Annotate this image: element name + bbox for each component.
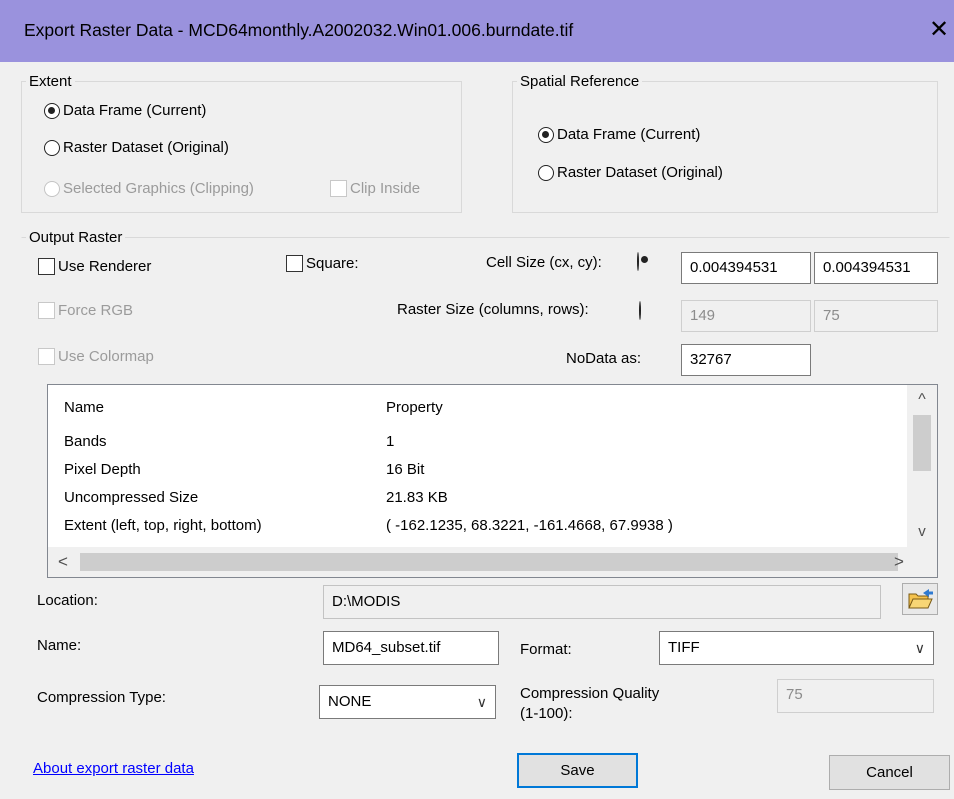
- nodata-field[interactable]: 32767: [681, 344, 811, 376]
- cell-size-label: Cell Size (cx, cy):: [486, 254, 602, 271]
- name-label: Name:: [37, 637, 82, 654]
- cell-size-radio[interactable]: [637, 252, 639, 271]
- cancel-button[interactable]: Cancel: [829, 755, 950, 790]
- sr-raster-dataset-option[interactable]: Raster Dataset (Original): [538, 164, 723, 181]
- square-option[interactable]: Square:: [286, 255, 359, 272]
- compression-type-select[interactable]: NONE ∨: [319, 685, 496, 719]
- force-rgb-checkbox: [38, 302, 55, 319]
- spatial-reference-legend: Spatial Reference: [520, 73, 640, 90]
- property-value: 21.83 KB: [386, 489, 448, 506]
- browse-folder-button[interactable]: [902, 583, 938, 615]
- use-colormap-option: Use Colormap: [38, 348, 154, 365]
- extent-selected-graphics-radio: [44, 180, 60, 197]
- extent-legend: Extent: [29, 73, 72, 90]
- header-property: Property: [386, 399, 443, 416]
- open-folder-icon: [907, 588, 934, 615]
- chevron-down-icon: ∨: [914, 640, 925, 656]
- extent-data-frame-option[interactable]: Data Frame (Current): [44, 102, 206, 119]
- scroll-up-arrow[interactable]: ^: [907, 385, 937, 413]
- format-select[interactable]: TIFF ∨: [659, 631, 934, 665]
- property-name: Uncompressed Size: [64, 489, 199, 506]
- extent-selected-graphics-option: Selected Graphics (Clipping): [44, 180, 254, 197]
- rows-field: 75: [814, 300, 938, 332]
- property-name: Pixel Depth: [64, 461, 141, 478]
- use-colormap-label: Use Colormap: [58, 348, 154, 365]
- format-label: Format:: [520, 641, 572, 658]
- sr-data-frame-option[interactable]: Data Frame (Current): [538, 126, 700, 143]
- properties-header: Name Property: [64, 399, 443, 416]
- use-colormap-checkbox: [38, 348, 55, 365]
- scroll-right-arrow[interactable]: >: [884, 547, 914, 577]
- compression-quality-field: 75: [777, 679, 934, 713]
- header-name: Name: [64, 399, 105, 416]
- chevron-down-icon: ∨: [476, 694, 487, 710]
- property-value: ( -162.1235, 68.3221, -161.4668, 67.9938…: [386, 517, 673, 534]
- vertical-scroll-thumb[interactable]: [913, 415, 931, 471]
- use-renderer-option[interactable]: Use Renderer: [38, 258, 151, 275]
- name-field[interactable]: MD64_subset.tif: [323, 631, 499, 665]
- force-rgb-label: Force RGB: [58, 302, 134, 319]
- properties-list[interactable]: Name Property Bands 1 Pixel Depth 16 Bit…: [47, 384, 938, 578]
- compression-type-value: NONE: [328, 693, 372, 710]
- force-rgb-option: Force RGB: [38, 302, 133, 319]
- property-name: Extent (left, top, right, bottom): [64, 517, 262, 534]
- horizontal-scroll-thumb[interactable]: [80, 553, 898, 571]
- extent-raster-dataset-option[interactable]: Raster Dataset (Original): [44, 139, 229, 156]
- sr-raster-dataset-label: Raster Dataset (Original): [557, 164, 723, 181]
- spatial-reference-group: Spatial Reference: [512, 73, 938, 213]
- square-checkbox[interactable]: [286, 255, 303, 272]
- property-name: Bands: [64, 433, 107, 450]
- list-item: Uncompressed Size 21.83 KB: [64, 489, 448, 506]
- columns-field: 149: [681, 300, 811, 332]
- list-item: Pixel Depth 16 Bit: [64, 461, 424, 478]
- close-button[interactable]: ✕: [924, 12, 954, 48]
- square-label: Square:: [306, 255, 359, 272]
- location-label: Location:: [37, 592, 98, 609]
- extent-raster-dataset-radio[interactable]: [44, 139, 60, 156]
- use-renderer-label: Use Renderer: [58, 258, 152, 275]
- cell-size-x-field[interactable]: 0.004394531: [681, 252, 811, 284]
- property-value: 16 Bit: [386, 461, 425, 478]
- sr-raster-dataset-radio[interactable]: [538, 164, 554, 181]
- nodata-label: NoData as:: [566, 350, 642, 367]
- extent-raster-dataset-label: Raster Dataset (Original): [63, 139, 229, 156]
- raster-size-radio[interactable]: [639, 301, 641, 320]
- format-value: TIFF: [668, 639, 700, 656]
- save-button[interactable]: Save: [517, 753, 638, 788]
- scroll-down-arrow[interactable]: v: [907, 519, 937, 547]
- extent-selected-graphics-label: Selected Graphics (Clipping): [63, 180, 254, 197]
- cell-size-y-field[interactable]: 0.004394531: [814, 252, 938, 284]
- extent-data-frame-radio[interactable]: [44, 102, 60, 119]
- horizontal-scrollbar[interactable]: < >: [48, 547, 937, 577]
- sr-data-frame-label: Data Frame (Current): [557, 126, 701, 143]
- raster-size-label: Raster Size (columns, rows):: [397, 301, 589, 318]
- compression-quality-label-line1: Compression Quality: [520, 685, 660, 702]
- compression-quality-label: Compression Quality (1-100):: [520, 684, 659, 724]
- output-raster-legend: Output Raster: [29, 229, 123, 246]
- compression-type-label: Compression Type:: [37, 689, 166, 706]
- extent-data-frame-label: Data Frame (Current): [63, 102, 207, 119]
- list-item: Bands 1: [64, 433, 394, 450]
- clip-inside-checkbox: [330, 180, 347, 197]
- sr-data-frame-radio[interactable]: [538, 126, 554, 143]
- use-renderer-checkbox[interactable]: [38, 258, 55, 275]
- scroll-left-arrow[interactable]: <: [48, 547, 78, 577]
- window-title: Export Raster Data - MCD64monthly.A20020…: [24, 20, 574, 40]
- clip-inside-option: Clip Inside: [330, 180, 420, 197]
- clip-inside-label: Clip Inside: [350, 180, 421, 197]
- vertical-scrollbar[interactable]: ^ v: [907, 385, 937, 547]
- property-value: 1: [386, 433, 395, 450]
- compression-quality-label-line2: (1-100):: [520, 705, 573, 722]
- location-field: D:\MODIS: [323, 585, 881, 619]
- about-export-link[interactable]: About export raster data: [33, 760, 194, 777]
- list-item: Extent (left, top, right, bottom) ( -162…: [64, 517, 673, 534]
